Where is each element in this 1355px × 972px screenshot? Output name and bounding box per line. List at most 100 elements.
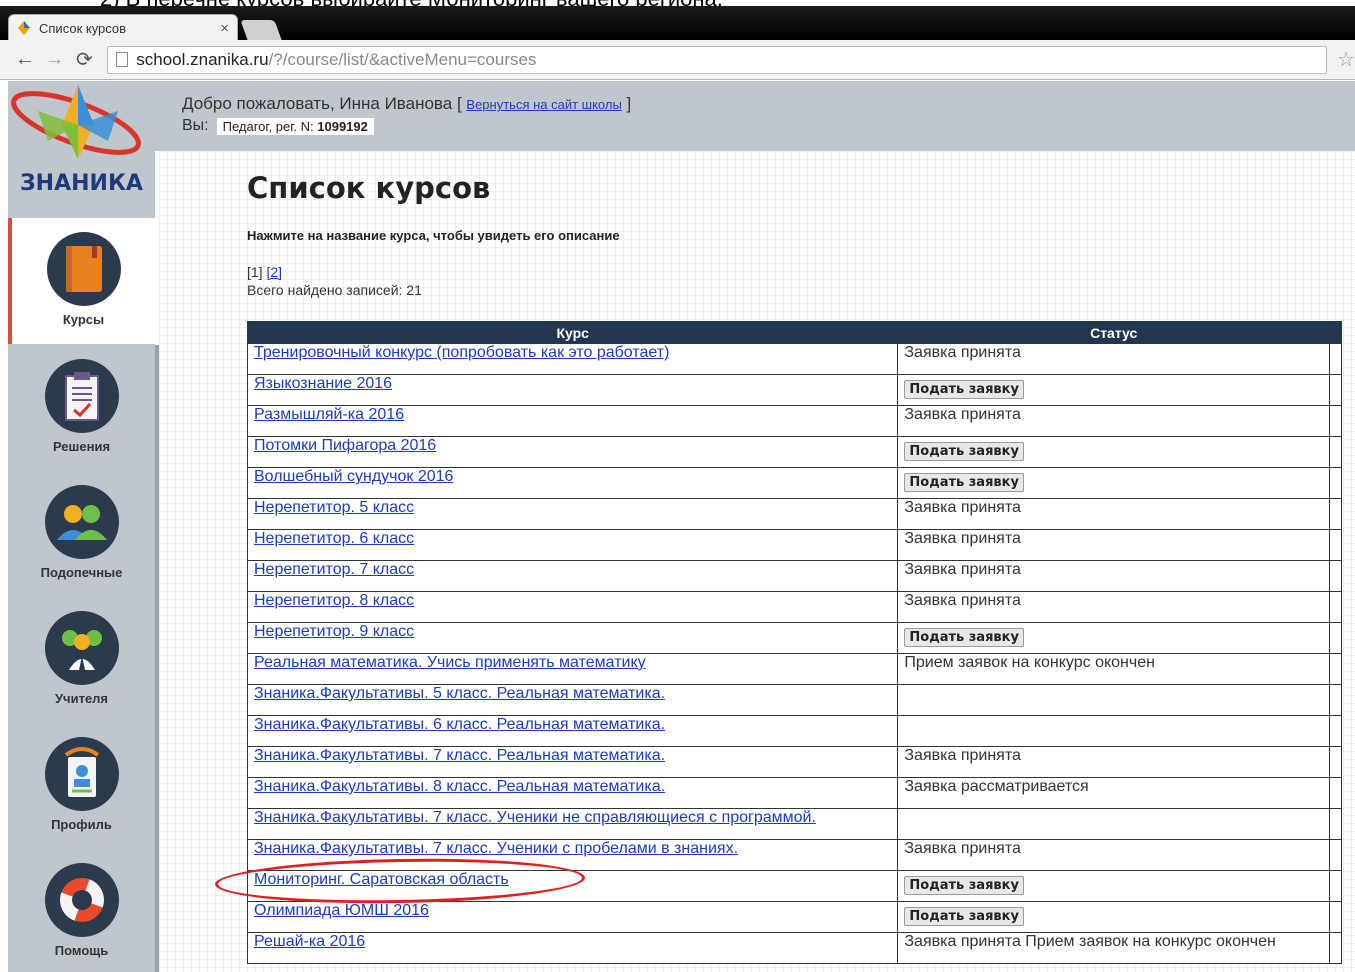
course-link[interactable]: Реальная математика. Учись применять мат… <box>254 654 646 671</box>
table-row: Знаника.Факультативы. 8 класс. Реальная … <box>246 777 1342 809</box>
apply-button[interactable]: Подать заявку <box>904 876 1024 895</box>
page-current: [1] <box>247 264 263 280</box>
back-arrow-icon[interactable]: ← <box>10 45 40 75</box>
status-cell: Заявка принята <box>897 560 1330 592</box>
course-cell: Знаника.Факультативы. 8 класс. Реальная … <box>246 777 899 809</box>
course-link[interactable]: Языкознание 2016 <box>254 375 392 392</box>
course-link[interactable]: Волшебный сундучок 2016 <box>254 468 453 485</box>
status-cell <box>897 684 1330 716</box>
role-prefix: Вы: <box>182 117 209 134</box>
table-row: Нерепетитор. 5 класс Заявка принята <box>246 498 1342 530</box>
status-text: Заявка принята Прием заявок на конкурс о… <box>904 933 1276 950</box>
status-cell: Заявка принята <box>897 343 1330 375</box>
course-cell: Решай-ка 2016 <box>246 932 899 964</box>
course-link[interactable]: Олимпиада ЮМШ 2016 <box>254 902 429 919</box>
column-header-course: Курс <box>246 321 899 344</box>
table-row: Нерепетитор. 9 класс Подать заявку <box>246 622 1342 654</box>
course-link[interactable]: Знаника.Факультативы. 5 класс. Реальная … <box>254 685 665 702</box>
course-cell: Языкознание 2016 <box>246 374 899 406</box>
spacer-cell <box>1329 746 1342 778</box>
lifebuoy-icon <box>44 863 119 937</box>
course-link[interactable]: Мониторинг. Саратовская область <box>254 871 509 888</box>
table-row: Знаника.Факультативы. 7 класс. Реальная … <box>246 746 1342 778</box>
spacer-cell <box>1329 591 1342 623</box>
table-row: Тренировочный конкурс (попробовать как э… <box>246 343 1342 375</box>
znanika-favicon-icon <box>17 21 31 35</box>
table-row: Знаника.Факультативы. 7 класс. Ученики н… <box>246 808 1342 840</box>
status-cell: Подать заявку <box>897 374 1330 406</box>
address-bar[interactable]: school.znanika.ru/?/course/list/&activeM… <box>107 45 1328 74</box>
course-link[interactable]: Знаника.Факультативы. 7 класс. Реальная … <box>254 747 665 764</box>
table-row: Знаника.Факультативы. 5 класс. Реальная … <box>246 684 1342 716</box>
welcome-suffix: ] <box>621 94 632 113</box>
forward-arrow-icon[interactable]: → <box>40 45 70 75</box>
status-cell: Подать заявку <box>897 436 1330 468</box>
course-link[interactable]: Знаника.Факультативы. 6 класс. Реальная … <box>254 716 665 733</box>
sidebar-item-label: Решения <box>52 439 111 454</box>
back-to-school-link[interactable]: Вернуться на сайт школы <box>466 97 621 112</box>
apply-button[interactable]: Подать заявку <box>904 907 1024 926</box>
users-group-icon <box>44 485 119 559</box>
course-link[interactable]: Нерепетитор. 7 класс <box>254 561 414 578</box>
tab-close-icon[interactable]: × <box>220 20 229 37</box>
course-cell: Реальная математика. Учись применять мат… <box>246 653 899 685</box>
welcome-text: Добро пожаловать, Инна Иванова [ Вернуть… <box>182 94 631 114</box>
table-row: Волшебный сундучок 2016 Подать заявку <box>246 467 1342 499</box>
course-link[interactable]: Потомки Пифагора 2016 <box>254 437 436 454</box>
hint-text: Нажмите на название курса, чтобы увидеть… <box>247 228 620 243</box>
course-link[interactable]: Решай-ка 2016 <box>254 933 365 950</box>
page-link-2[interactable]: [2] <box>266 264 282 280</box>
course-link[interactable]: Нерепетитор. 9 класс <box>254 623 414 640</box>
web-page: ЗНАНИКА Курсы Решения Подопечные Учителя <box>8 81 1355 972</box>
table-row: Реальная математика. Учись применять мат… <box>246 653 1342 685</box>
courses-table: Курс Статус Тренировочный конкурс (попро… <box>246 321 1342 964</box>
welcome-prefix: Добро пожаловать, Инна Иванова [ <box>182 94 467 113</box>
apply-button[interactable]: Подать заявку <box>904 380 1024 399</box>
apply-button[interactable]: Подать заявку <box>904 442 1024 461</box>
sidebar-item-wards[interactable]: Подопечные <box>8 471 155 597</box>
status-text: Заявка принята <box>904 592 1021 609</box>
spacer-cell <box>1329 529 1342 561</box>
spacer-cell <box>1329 622 1342 654</box>
status-text: Заявка принята <box>904 840 1021 857</box>
course-cell: Потомки Пифагора 2016 <box>246 436 899 468</box>
course-link[interactable]: Нерепетитор. 5 класс <box>254 499 414 516</box>
spacer-cell <box>1329 343 1342 375</box>
apply-button[interactable]: Подать заявку <box>904 473 1024 492</box>
sidebar-item-help[interactable]: Помощь <box>8 849 155 972</box>
teachers-icon <box>44 611 119 685</box>
course-link[interactable]: Знаника.Факультативы. 8 класс. Реальная … <box>254 778 665 795</box>
sidebar-item-profile[interactable]: Профиль <box>8 723 155 849</box>
new-tab-button[interactable] <box>240 20 282 40</box>
bookmark-star-icon[interactable]: ☆ <box>1337 47 1355 72</box>
sidebar-item-courses[interactable]: Курсы <box>8 218 155 344</box>
course-link[interactable]: Знаника.Факультативы. 7 класс. Ученики с… <box>254 840 738 857</box>
sidebar-item-label: Подопечные <box>40 565 123 580</box>
course-cell: Знаника.Факультативы. 7 класс. Ученики с… <box>246 839 899 871</box>
course-cell: Знаника.Факультативы. 5 класс. Реальная … <box>246 684 899 716</box>
table-row: Нерепетитор. 8 класс Заявка принята <box>246 591 1342 623</box>
course-link[interactable]: Знаника.Факультативы. 7 класс. Ученики н… <box>254 809 816 826</box>
course-cell: Мониторинг. Саратовская область <box>246 870 899 902</box>
status-text: Заявка принята <box>904 499 1021 516</box>
logo[interactable]: ЗНАНИКА <box>8 81 155 218</box>
status-text: Прием заявок на конкурс окончен <box>904 654 1155 671</box>
table-row: Нерепетитор. 7 класс Заявка принята <box>246 560 1342 592</box>
course-cell: Нерепетитор. 5 класс <box>246 498 899 530</box>
records-count: Всего найдено записей: 21 <box>247 282 422 298</box>
sidebar-item-label: Профиль <box>51 817 112 832</box>
browser-tab[interactable]: Список курсов × <box>8 14 238 41</box>
sidebar-item-solutions[interactable]: Решения <box>8 345 155 471</box>
course-link[interactable]: Нерепетитор. 6 класс <box>254 530 414 547</box>
sidebar-item-label: Учителя <box>54 691 109 706</box>
reload-icon[interactable]: ⟳ <box>70 45 100 75</box>
apply-button[interactable]: Подать заявку <box>904 628 1024 647</box>
course-link[interactable]: Размышляй-ка 2016 <box>254 406 404 423</box>
sidebar-item-teachers[interactable]: Учителя <box>8 597 155 723</box>
profile-badge-icon <box>44 737 119 811</box>
browser-toolbar: ← → ⟳ school.znanika.ru/?/course/list/&a… <box>0 40 1355 80</box>
status-text: Заявка принята <box>904 530 1021 547</box>
role-badge: Педагог, рег. N: 1099192 <box>216 117 374 135</box>
course-link[interactable]: Тренировочный конкурс (попробовать как э… <box>254 344 669 361</box>
course-link[interactable]: Нерепетитор. 8 класс <box>254 592 414 609</box>
